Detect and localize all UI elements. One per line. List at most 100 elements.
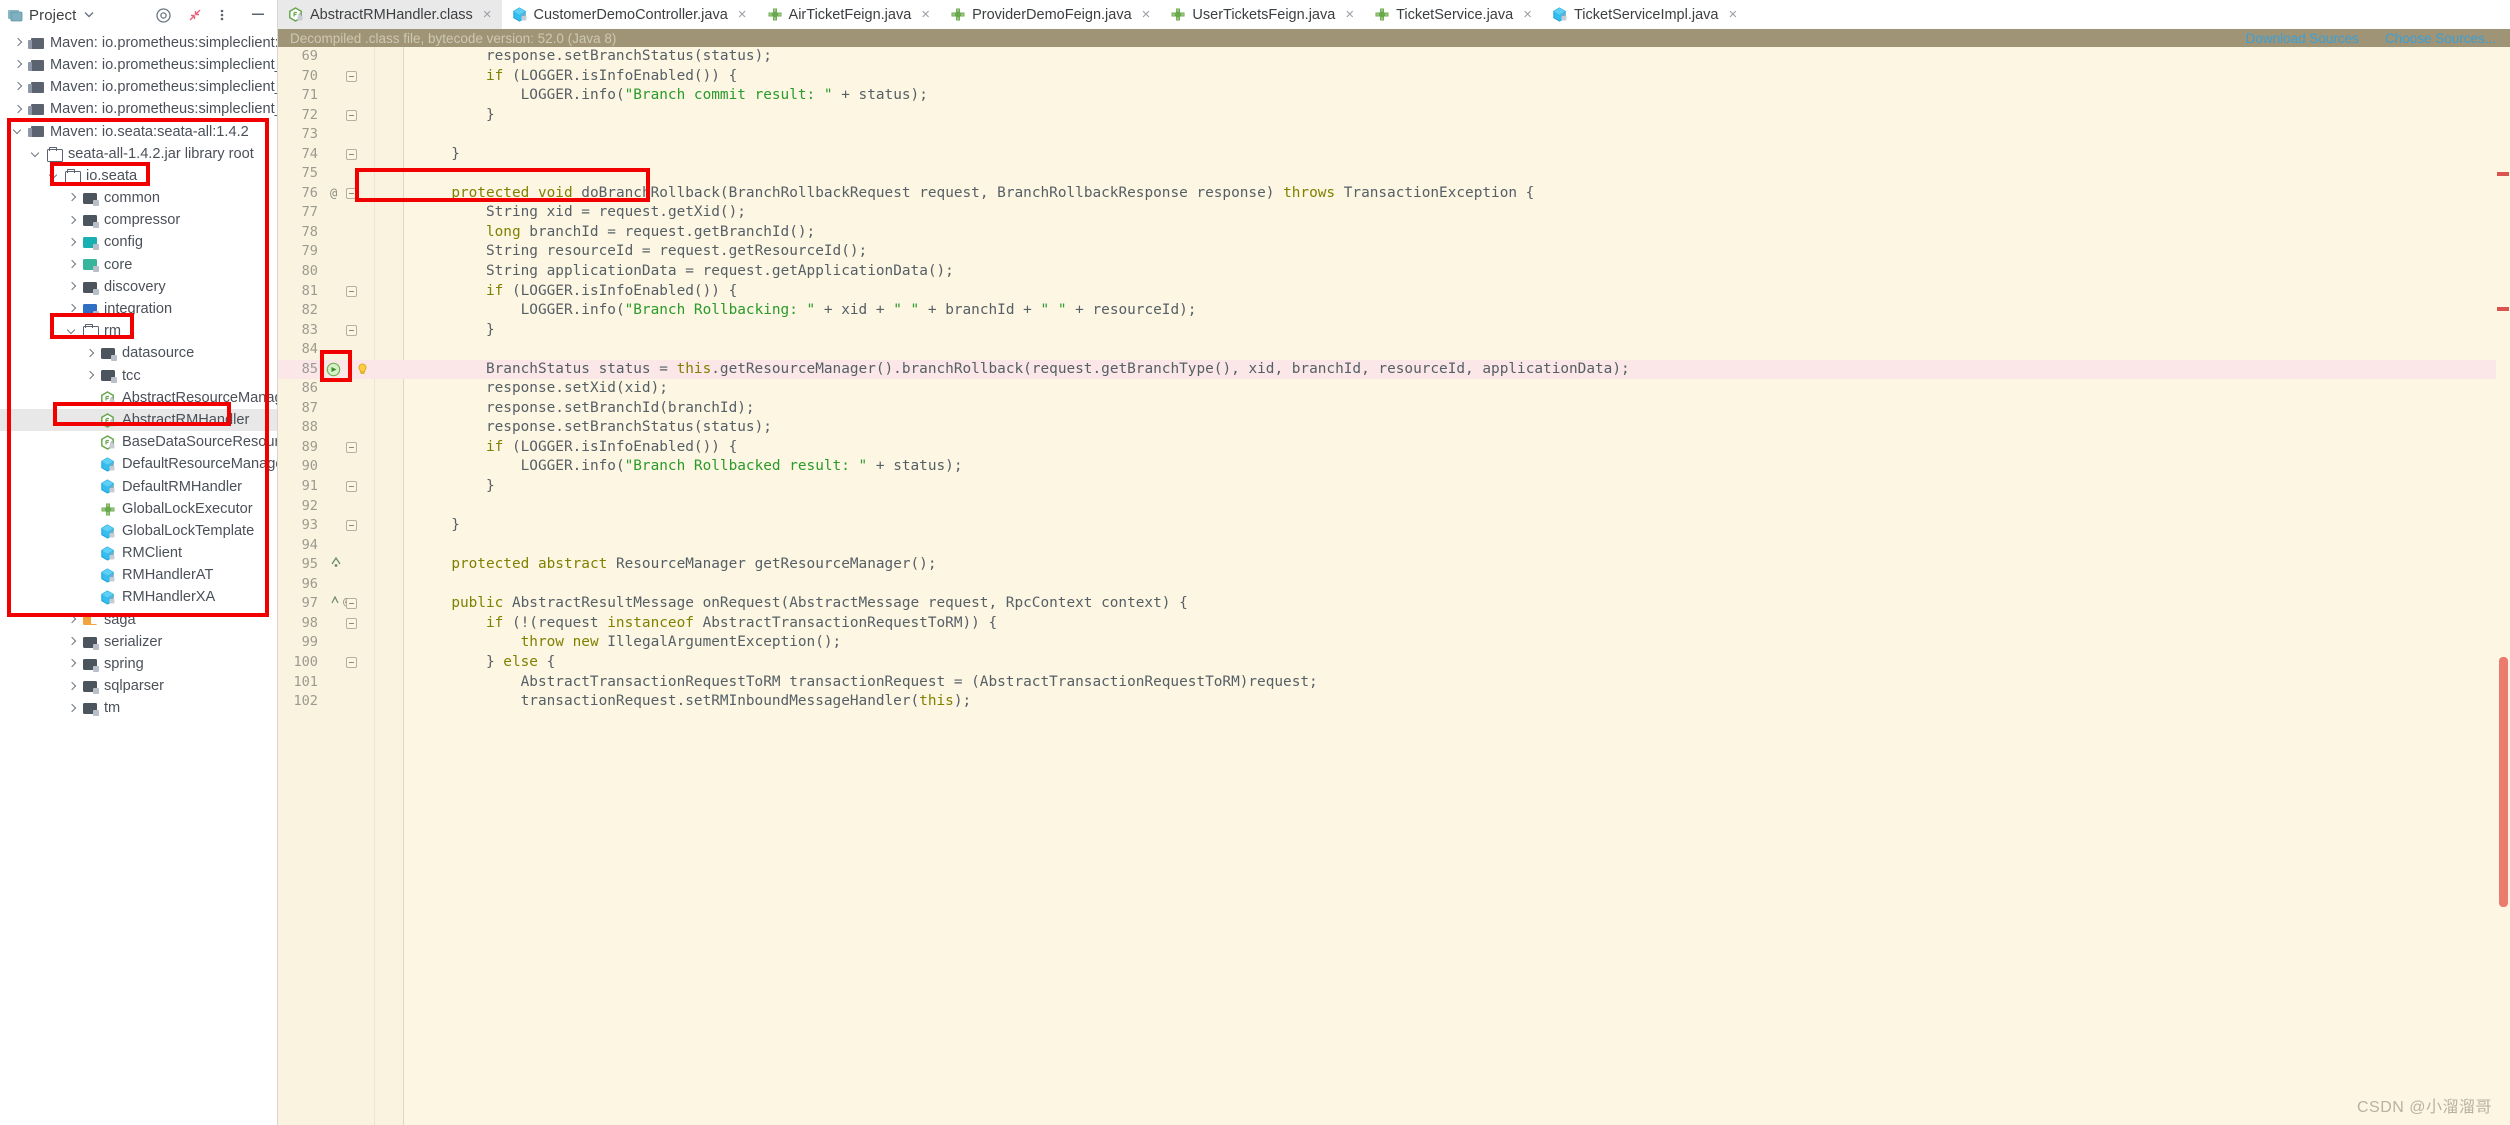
code-fold-icon[interactable]	[346, 520, 357, 532]
chevron-right-icon[interactable]	[66, 236, 79, 249]
tree-item[interactable]: seata-all-1.4.2.jar library root	[0, 143, 277, 165]
download-sources-link[interactable]: Download Sources	[2246, 31, 2359, 46]
tree-item[interactable]: integration	[0, 298, 277, 320]
code-line[interactable]: 89 if (LOGGER.isInfoEnabled()) {	[278, 438, 2510, 458]
tree-item[interactable]: sqlparser	[0, 675, 277, 697]
tree-item[interactable]: GlobalLockTemplate	[0, 520, 277, 542]
tree-item[interactable]: DefaultResourceManager	[0, 454, 277, 476]
editor-tab[interactable]: AbstractRMHandler.class ×	[278, 0, 502, 32]
code-line[interactable]: 96	[278, 575, 2510, 595]
tree-item[interactable]: GlobalLockExecutor	[0, 498, 277, 520]
tree-item[interactable]: AbstractResourceManager	[0, 387, 277, 409]
code-line[interactable]: 79 String resourceId = request.getResour…	[278, 242, 2510, 262]
code-line[interactable]: 90 LOGGER.info("Branch Rollbacked result…	[278, 457, 2510, 477]
close-tab-icon[interactable]: ×	[1523, 6, 1532, 23]
collapse-all-icon[interactable]	[187, 7, 203, 23]
chevron-right-icon[interactable]	[12, 81, 25, 94]
code-fold-icon[interactable]	[346, 285, 357, 297]
tree-item[interactable]: Maven: io.prometheus:simpleclient_tracer…	[0, 99, 277, 121]
code-line-highlighted[interactable]: 85 BranchStatus status = this.getResourc…	[278, 359, 2510, 380]
code-line[interactable]: 97@ public AbstractResultMessage onReque…	[278, 594, 2510, 614]
code-fold-icon[interactable]	[346, 187, 357, 199]
close-tab-icon[interactable]: ×	[738, 6, 747, 23]
code-view[interactable]: 69 response.setBranchStatus(status); 70 i…	[278, 47, 2510, 1125]
code-line[interactable]: 70 if (LOGGER.isInfoEnabled()) {	[278, 67, 2510, 87]
chevron-right-icon[interactable]	[12, 103, 25, 116]
chevron-right-icon[interactable]	[66, 214, 79, 227]
code-line[interactable]: 102 transactionRequest.setRMInboundMessa…	[278, 692, 2510, 712]
tree-item[interactable]: serializer	[0, 631, 277, 653]
code-fold-icon[interactable]	[346, 441, 357, 453]
target-icon[interactable]	[155, 7, 171, 23]
code-line[interactable]: 69 response.setBranchStatus(status);	[278, 47, 2510, 67]
chevron-right-icon[interactable]	[66, 258, 79, 271]
close-tab-icon[interactable]: ×	[1728, 6, 1737, 23]
tree-item[interactable]: Maven: io.prometheus:simpleclient:0.12.0	[0, 32, 277, 54]
tree-item[interactable]: common	[0, 187, 277, 209]
chevron-right-icon[interactable]	[66, 303, 79, 316]
chevron-down-icon[interactable]	[82, 7, 98, 23]
code-line[interactable]: 75	[278, 164, 2510, 184]
chevron-down-icon[interactable]	[30, 148, 43, 161]
code-fold-icon[interactable]	[346, 656, 357, 668]
code-line[interactable]: 74 }	[278, 145, 2510, 165]
close-tab-icon[interactable]: ×	[483, 6, 492, 23]
tree-item[interactable]: datasource	[0, 343, 277, 365]
code-line[interactable]: 83 }	[278, 321, 2510, 341]
chevron-right-icon[interactable]	[84, 347, 97, 360]
tree-item[interactable]: RMHandlerXA	[0, 587, 277, 609]
code-line[interactable]: 82 LOGGER.info("Branch Rollbacking: " + …	[278, 301, 2510, 321]
tree-item[interactable]: compressor	[0, 210, 277, 232]
code-line[interactable]: 77 String xid = request.getXid();	[278, 203, 2510, 223]
code-line[interactable]: 92	[278, 497, 2510, 517]
tree-item[interactable]: RMHandlerAT	[0, 565, 277, 587]
chevron-right-icon[interactable]	[66, 636, 79, 649]
tree-item[interactable]: spring	[0, 653, 277, 675]
chevron-right-icon[interactable]	[66, 658, 79, 671]
code-line[interactable]: 84	[278, 340, 2510, 360]
tree-item[interactable]: rm	[0, 320, 277, 342]
tree-item[interactable]: core	[0, 254, 277, 276]
editor-scrollbar[interactable]	[2496, 47, 2510, 1125]
code-line[interactable]: 93 }	[278, 516, 2510, 536]
code-line[interactable]: 71 LOGGER.info("Branch commit result: " …	[278, 86, 2510, 106]
tree-item[interactable]: io.seata	[0, 165, 277, 187]
code-line[interactable]: 94	[278, 536, 2510, 556]
tree-item[interactable]: BaseDataSourceResource	[0, 431, 277, 453]
tree-item-selected[interactable]: AbstractRMHandler	[0, 409, 277, 432]
chevron-right-icon[interactable]	[12, 37, 25, 50]
code-line[interactable]: 100 } else {	[278, 653, 2510, 673]
tree-item[interactable]: saga	[0, 609, 277, 631]
tree-item[interactable]: Maven: io.prometheus:simpleclient_tracer…	[0, 54, 277, 76]
code-line[interactable]: 98 if (!(request instanceof AbstractTran…	[278, 614, 2510, 634]
more-options-icon[interactable]	[219, 7, 235, 23]
project-tree[interactable]: Maven: io.prometheus:simpleclient:0.12.0…	[0, 30, 277, 720]
chevron-right-icon[interactable]	[12, 59, 25, 72]
code-line[interactable]: 87 response.setBranchId(branchId);	[278, 399, 2510, 419]
chevron-right-icon[interactable]	[66, 613, 79, 626]
choose-sources-link[interactable]: Choose Sources...	[2385, 31, 2496, 46]
code-line[interactable]: 88 response.setBranchStatus(status);	[278, 418, 2510, 438]
editor-tab[interactable]: AirTicketFeign.java ×	[757, 0, 941, 29]
close-tab-icon[interactable]: ×	[921, 6, 930, 23]
editor-tab-bar[interactable]: AbstractRMHandler.class × CustomerDemoCon…	[278, 0, 2510, 32]
code-fold-icon[interactable]	[346, 148, 357, 160]
chevron-right-icon[interactable]	[66, 281, 79, 294]
chevron-right-icon[interactable]	[84, 369, 97, 382]
intention-bulb-icon[interactable]	[356, 363, 369, 376]
editor-tab[interactable]: CustomerDemoController.java ×	[502, 0, 757, 29]
scrollbar-thumb[interactable]	[2499, 657, 2508, 907]
tree-item[interactable]: discovery	[0, 276, 277, 298]
chevron-down-icon[interactable]	[66, 325, 79, 338]
code-fold-icon[interactable]	[346, 598, 357, 610]
code-line[interactable]: 76 @ protected void doBranchRollback(Bran…	[278, 184, 2510, 204]
code-line[interactable]: 91 }	[278, 477, 2510, 497]
tree-item[interactable]: Maven: io.seata:seata-all:1.4.2	[0, 121, 277, 143]
close-tab-icon[interactable]: ×	[1142, 6, 1151, 23]
code-fold-icon[interactable]	[346, 109, 357, 121]
tree-item[interactable]: tcc	[0, 365, 277, 387]
tree-item[interactable]: config	[0, 232, 277, 254]
code-fold-icon[interactable]	[346, 617, 357, 629]
code-line[interactable]: 99 throw new IllegalArgumentException();	[278, 633, 2510, 653]
chevron-down-icon[interactable]	[48, 170, 61, 183]
